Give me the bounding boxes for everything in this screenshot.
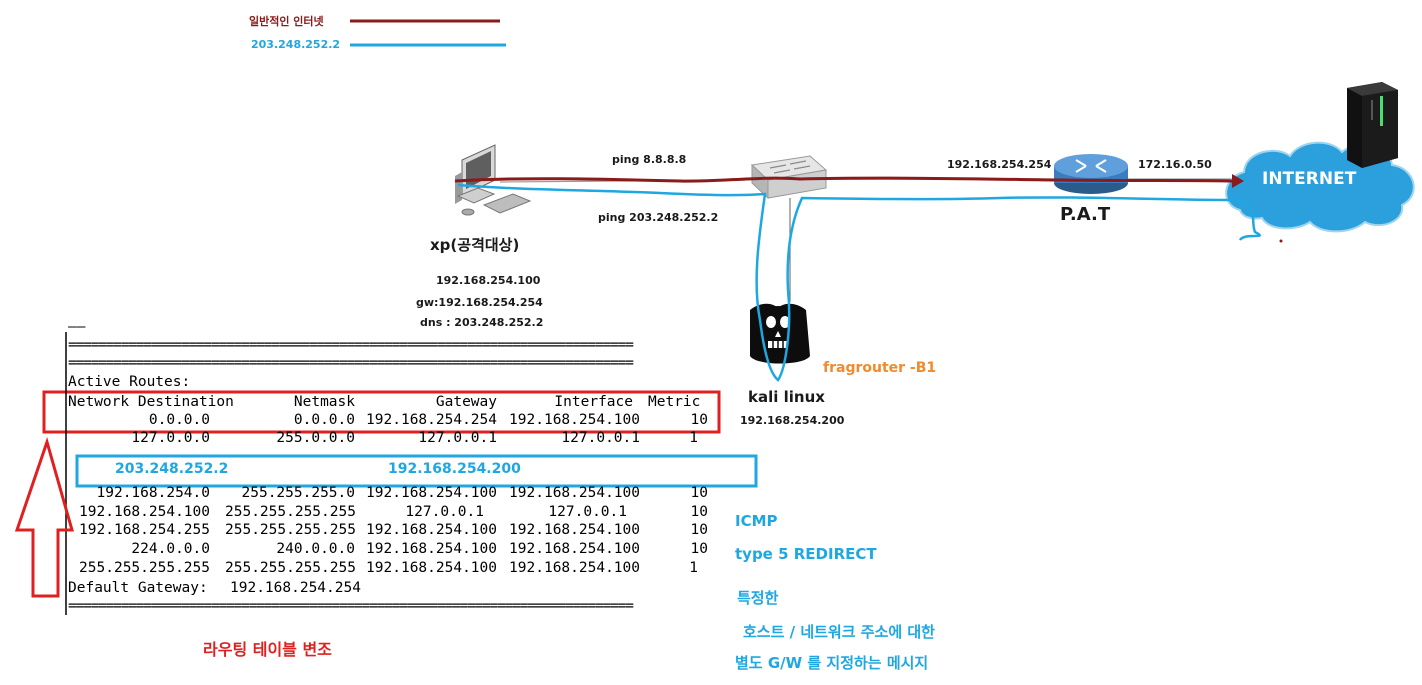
table-row: 192.168.254.0 255.255.255.0 192.168.254.… — [96, 485, 709, 501]
router-title: P.A.T — [1060, 204, 1111, 225]
xp-title: xp(공격대상) — [430, 236, 520, 254]
router-outer-ip: 172.16.0.50 — [1138, 158, 1212, 171]
route-table-header: Network Destination Netmask Gateway Inte… — [0, 393, 720, 411]
injected-destination: 203.248.252.2 — [115, 461, 229, 477]
route-table-separator: ========================================… — [68, 598, 634, 614]
injected-gateway: 192.168.254.200 — [388, 461, 521, 477]
kali-ip: 192.168.254.200 — [740, 414, 845, 427]
header-netmask: Netmask — [293, 394, 355, 410]
route-table-separator: ========================================… — [68, 337, 634, 353]
internet-label: INTERNET — [1262, 169, 1357, 189]
table-row: 255.255.255.255 255.255.255.255 192.168.… — [79, 560, 698, 576]
router-icon — [1054, 154, 1128, 194]
note-gateway-message: 별도 G/W 를 지정하는 메시지 — [735, 654, 929, 672]
kali-title: kali linux — [748, 388, 825, 406]
route-table-separator: ========================================… — [68, 355, 634, 371]
red-dot — [1279, 239, 1283, 243]
server-icon — [1347, 82, 1398, 168]
route-table-title: Active Routes: — [68, 374, 191, 390]
default-gateway-value: 192.168.254.254 — [230, 580, 361, 596]
ping-attack-label: ping 203.248.252.2 — [598, 211, 719, 224]
header-interface: Interface — [554, 394, 633, 410]
legend-normal-label: 일반적인 인터넷 — [249, 15, 324, 28]
xp-gateway: gw:192.168.254.254 — [416, 296, 543, 309]
router-inner-ip: 192.168.254.254 — [947, 158, 1052, 171]
kali-tool-label: fragrouter -B1 — [823, 360, 937, 376]
ping-normal-label: ping 8.8.8.8 — [612, 153, 687, 166]
route-table-top-marks: —— — [68, 319, 86, 335]
table-row: 192.168.254.255 255.255.255.255 192.168.… — [79, 522, 708, 538]
table-row: 224.0.0.0 240.0.0.0 192.168.254.100 192.… — [131, 541, 708, 557]
legend-attack-label: 203.248.252.2 — [251, 38, 341, 51]
default-gateway-row: Default Gateway: 192.168.254.254 — [0, 579, 720, 597]
table-row: 192.168.254.100 255.255.255.255 127.0.0.… — [79, 504, 708, 520]
table-row: 127.0.0.0 255.0.0.0 127.0.0.1 127.0.0.1 … — [131, 430, 698, 446]
header-metric: Metric — [648, 394, 701, 410]
xp-dns: dns : 203.248.252.2 — [420, 316, 544, 329]
default-gateway-label: Default Gateway: — [68, 580, 208, 596]
note-specific: 특정한 — [737, 589, 779, 607]
note-icmp: ICMP — [735, 512, 778, 530]
xp-ip: 192.168.254.100 — [436, 274, 541, 287]
table-row: 0.0.0.0 0.0.0.0 192.168.254.254 192.168.… — [148, 412, 708, 428]
note-host-network: 호스트 / 네트워크 주소에 대한 — [743, 623, 935, 641]
note-type: type 5 REDIRECT — [735, 545, 877, 563]
header-destination: Network Destination — [68, 394, 234, 410]
route-table-caption: 라우팅 테이블 변조 — [203, 640, 332, 659]
header-gateway: Gateway — [435, 394, 497, 410]
